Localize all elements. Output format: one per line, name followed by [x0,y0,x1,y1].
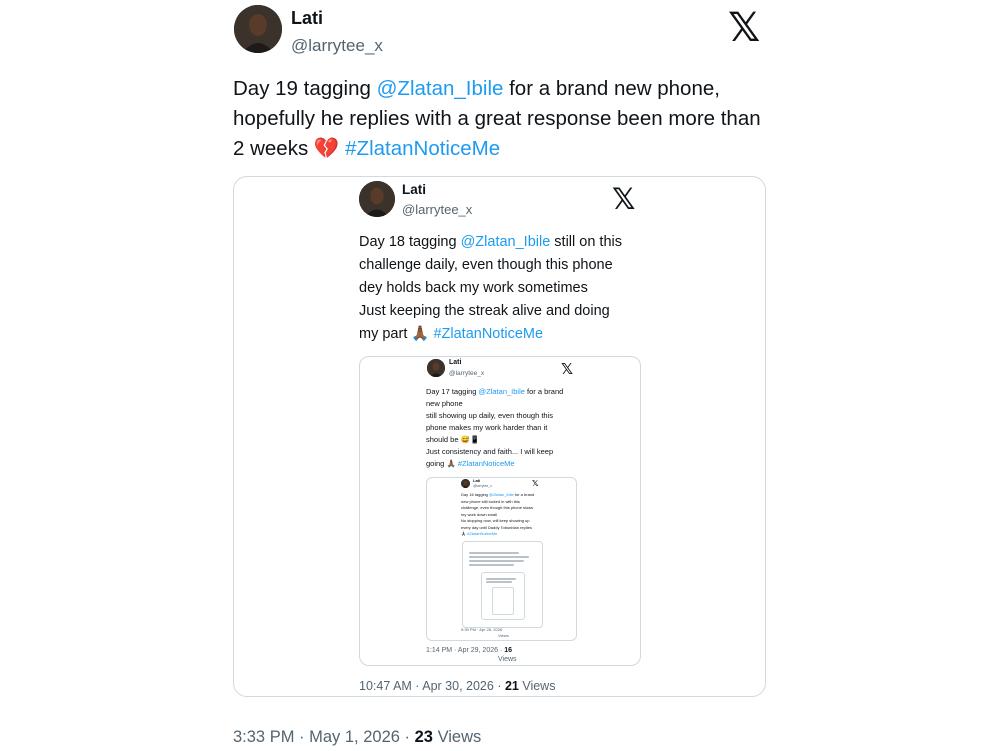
avatar[interactable] [234,5,282,53]
quote-text-segment: Day 17 tagging [426,387,479,396]
tweet-meta[interactable]: 3:33 PM · May 1, 2026 · 23 Views [233,728,481,747]
views-count: 23 [414,728,433,746]
quoted-tweet-text: Day 17 tagging @Zlatan_Ibile for a brand… [426,386,586,470]
quote-text-segment: for a brand [513,492,535,497]
nested-quote-frame [492,587,514,615]
author-name[interactable]: Lati [291,8,323,29]
post-text-segment: 2 weeks [233,137,314,160]
quote-text-segment: going [426,459,447,468]
post-text-segment: for a brand new phone, [503,77,720,100]
author-name[interactable]: Lati [473,478,480,483]
thumbnail-text-line [486,578,516,580]
timestamp-date: Apr 28, 2026 [479,627,503,632]
author-handle[interactable]: @larrytee_x [473,484,492,488]
views-count: 21 [504,679,519,693]
thumbnail-text-line [486,581,512,583]
x-logo-icon: 𝕏 [612,182,636,216]
avatar-image [461,479,470,488]
quoted-tweet-text: Day 16 tagging @Zlatan_Ibile for a brand… [461,492,571,538]
author-name[interactable]: Lati [449,359,461,366]
views-label: Views [498,656,517,663]
timestamp-date: Apr 29, 2026 [457,647,499,654]
quote-text-line: still showing up daily, even though this [426,411,554,420]
mention-link[interactable]: @Zlatan_Ibile [479,387,525,396]
quote-text-line: dey holds back my work sometimes [359,280,588,296]
avatar[interactable] [359,181,395,217]
tweet-timestamp[interactable]: 1:14 PM · Apr 29, 2026 · 16 [426,647,512,654]
avatar[interactable] [427,359,445,377]
quote-text-segment: Day 16 tagging [461,492,490,497]
views-count: 16 [504,647,513,654]
hashtag-link[interactable]: #ZlatanNoticeMe [458,459,515,468]
emoji: 😅📱 [460,435,480,444]
author-handle[interactable]: @larrytee_x [449,370,484,377]
post-text-segment: Day 19 tagging [233,77,377,100]
x-logo-icon: 𝕏 [728,5,761,51]
thumbnail-text-line [469,556,529,558]
quote-text-line: phone makes my work harder than it [426,423,548,432]
quote-text-line: Just consistency and faith... I will kee… [426,447,554,456]
avatar[interactable] [461,479,470,488]
mention-link[interactable]: @Zlatan_Ibile [461,234,551,250]
tweet-timestamp[interactable]: 5:39 PM · Apr 28, 2026 [461,627,502,632]
quote-text-segment: Day 18 tagging [359,234,461,250]
hashtag-link[interactable]: #ZlatanNoticeMe [433,326,543,342]
timestamp-time: 10:47 AM [359,679,412,693]
avatar-image [359,181,395,217]
timestamp-date: May 1, 2026 [309,728,400,746]
quote-text-line: challenge daily, even though this phone [359,257,613,273]
post-text-line: hopefully he replies with a great respon… [233,107,761,130]
nested-quote-frame [481,572,525,620]
mention-link[interactable]: @Zlatan_Ibile [489,492,514,497]
mention-link[interactable]: @Zlatan_Ibile [377,77,504,100]
hashtag-link[interactable]: 🙏🏾 #ZlatanNoticeMe [461,531,571,538]
post-text: Day 19 tagging @Zlatan_Ibile for a brand… [233,74,793,164]
quote-text-line: new phone [426,399,463,408]
thumbnail-text-line [469,552,519,554]
nested-quote-thumbnail[interactable] [462,541,543,628]
views-label: Views [498,633,509,638]
hashtag-link[interactable]: #ZlatanNoticeMe [345,137,500,160]
quoted-tweet-text: Day 18 tagging @Zlatan_Ibile still on th… [359,231,649,346]
author-name[interactable]: Lati [402,182,426,197]
quote-text-line: Just keeping the streak alive and doing [359,303,610,319]
timestamp-date: Apr 30, 2026 [422,679,494,693]
thumbnail-text-line [469,560,524,562]
quote-text-segment: should be [426,435,461,444]
praying-hands-emoji: 🙏🏾 [411,326,430,342]
x-logo-icon: 𝕏 [532,479,539,488]
timestamp-time: 5:39 PM [461,627,476,632]
avatar-image [234,5,282,53]
praying-hands-emoji: 🙏🏾 [446,459,456,468]
thumbnail-text-line [469,564,514,566]
quote-text-segment: for a brand [524,387,564,396]
avatar-image [427,359,445,377]
author-handle[interactable]: @larrytee_x [291,36,383,56]
author-handle[interactable]: @larrytee_x [402,202,472,217]
timestamp-time: 1:14 PM [426,647,453,654]
broken-heart-emoji: 💔 [313,137,340,160]
tweet-meta[interactable]: 10:47 AM · Apr 30, 2026 · 21 Views [359,679,555,693]
quote-text-segment: my part [359,326,412,342]
x-logo-icon: 𝕏 [561,360,574,378]
quote-text-segment: still on this [550,234,622,250]
views-label: Views [437,728,482,746]
views-label: Views [522,679,556,693]
timestamp-time: 3:33 PM [233,728,295,746]
